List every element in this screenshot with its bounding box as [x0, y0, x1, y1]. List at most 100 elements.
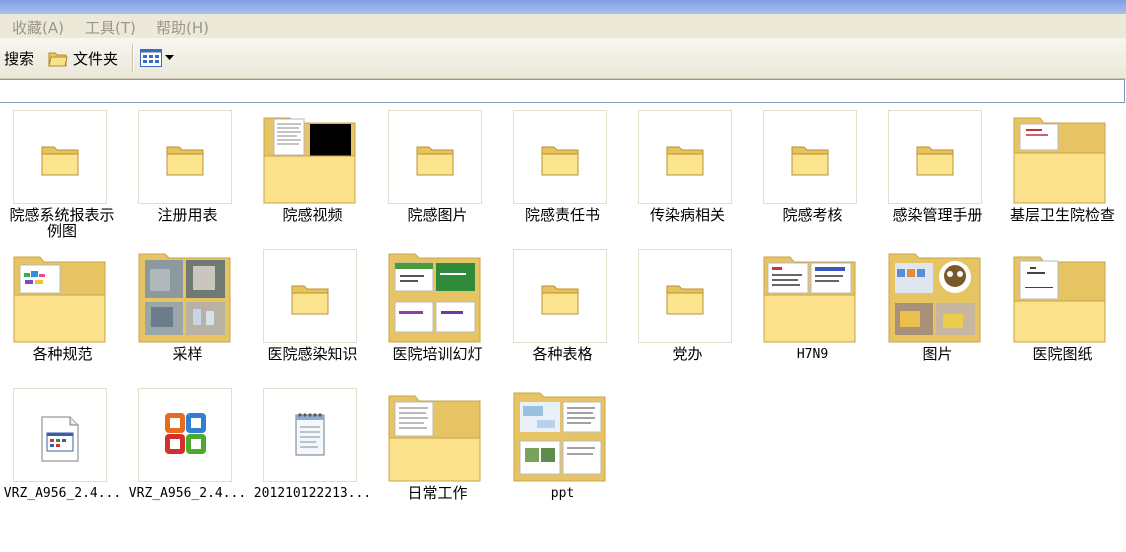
folder-thumbnail: [13, 110, 107, 204]
menu-favorites[interactable]: 收藏(A): [12, 17, 64, 38]
folder-preview-thumbnail: [13, 249, 107, 343]
item-label: 注册用表: [157, 206, 218, 224]
file-item[interactable]: 201210122213...: [250, 381, 375, 511]
folder-icon: [291, 285, 329, 315]
folder-preview-thumbnail: [388, 388, 482, 482]
folder-preview-thumbnail: [138, 249, 232, 343]
folder-item[interactable]: 注册用表: [125, 103, 250, 233]
folder-thumbnail: [638, 249, 732, 343]
application-file-icon: [41, 416, 79, 462]
folder-item[interactable]: 院感考核: [750, 103, 875, 233]
chevron-down-icon: [165, 55, 174, 61]
folder-icon: [13, 256, 106, 343]
folder-preview-thumbnail: [388, 249, 482, 343]
folder-icon: [666, 146, 704, 176]
folder-item[interactable]: ppt: [500, 381, 625, 511]
file-item[interactable]: VRZ_A956_2.4...: [125, 381, 250, 511]
folder-item[interactable]: 传染病相关: [625, 103, 750, 233]
folder-thumbnail: [638, 110, 732, 204]
folder-thumbnail: [138, 110, 232, 204]
item-label: H7N9: [796, 347, 829, 362]
views-grid-icon: [140, 49, 162, 67]
folder-item[interactable]: 各种规范: [0, 242, 125, 372]
item-label: 日常工作: [407, 484, 468, 502]
folder-icon: [1013, 117, 1106, 204]
folder-icon: [763, 256, 856, 343]
item-label: 院感视频: [282, 206, 343, 224]
folder-icon: [416, 146, 454, 176]
folder-item[interactable]: 院感图片: [375, 103, 500, 233]
menu-help[interactable]: 帮助(H): [156, 17, 209, 38]
folder-icon: [791, 146, 829, 176]
file-thumbnail: [13, 388, 107, 482]
folder-preview-thumbnail: [763, 249, 857, 343]
toolbar-separator: [132, 44, 134, 72]
item-label: 采样: [172, 345, 203, 363]
item-label: 医院图纸: [1032, 345, 1093, 363]
folder-preview-thumbnail: [1013, 249, 1107, 343]
folder-thumbnail: [513, 110, 607, 204]
file-thumbnail: [138, 388, 232, 482]
folders-label: 文件夹: [73, 49, 119, 68]
folder-item[interactable]: H7N9: [750, 242, 875, 372]
item-label: VRZ_A956_2.4...: [128, 486, 247, 501]
folder-item[interactable]: 院感系统报表示例图: [0, 103, 125, 239]
folder-icon: [916, 146, 954, 176]
item-label: 感染管理手册: [892, 206, 983, 224]
folder-preview-thumbnail: [513, 388, 607, 482]
folder-item[interactable]: 医院感染知识: [250, 242, 375, 372]
folder-tree-icon: [47, 48, 69, 68]
folder-icon: [263, 117, 356, 204]
folder-item[interactable]: 采样: [125, 242, 250, 372]
folders-button[interactable]: 文件夹: [47, 46, 118, 70]
folder-icon: [41, 146, 79, 176]
folder-item[interactable]: 日常工作: [375, 381, 500, 511]
folder-thumbnail: [263, 249, 357, 343]
folder-item[interactable]: 感染管理手册: [875, 103, 1000, 233]
window-title-strip: [0, 0, 1126, 14]
folder-icon: [513, 392, 606, 482]
folder-thumbnail: [513, 249, 607, 343]
folder-icon: [166, 146, 204, 176]
folder-icon: [388, 395, 481, 482]
item-label: 201210122213...: [253, 486, 372, 501]
folder-icon: [541, 285, 579, 315]
folder-thumbnail: [888, 110, 982, 204]
item-label: 院感系统报表示例图: [9, 206, 115, 240]
folder-item[interactable]: 院感责任书: [500, 103, 625, 233]
folder-item[interactable]: 医院培训幻灯: [375, 242, 500, 372]
item-label: 院感考核: [782, 206, 843, 224]
item-label: ppt: [550, 486, 575, 501]
office-logo-icon: [165, 413, 206, 454]
folder-icon: [388, 253, 481, 343]
folder-item[interactable]: 图片: [875, 242, 1000, 372]
item-label: 各种表格: [532, 345, 593, 363]
item-label: 传染病相关: [649, 206, 725, 224]
file-view: 院感系统报表示例图 注册用表 院感视频 院感图片 院感责任书 传染病相关 院感考…: [0, 103, 1126, 552]
folder-item[interactable]: 基层卫生院检查: [1000, 103, 1125, 233]
views-button[interactable]: [140, 47, 178, 69]
toolbar: 搜索 文件夹: [0, 38, 1126, 79]
item-label: 院感责任书: [524, 206, 600, 224]
address-bar[interactable]: [0, 79, 1125, 103]
item-label: VRZ_A956_2.4...: [3, 486, 122, 501]
menu-tools[interactable]: 工具(T): [85, 17, 136, 38]
file-thumbnail: [263, 388, 357, 482]
folder-icon: [138, 253, 231, 343]
item-label: 医院培训幻灯: [392, 345, 483, 363]
item-label: 图片: [922, 345, 953, 363]
item-label: 院感图片: [407, 206, 468, 224]
folder-thumbnail: [763, 110, 857, 204]
file-item[interactable]: VRZ_A956_2.4...: [0, 381, 125, 511]
folder-preview-thumbnail: [1013, 110, 1107, 204]
folder-item[interactable]: 各种表格: [500, 242, 625, 372]
item-label: 各种规范: [32, 345, 93, 363]
search-button[interactable]: 搜索: [4, 48, 34, 69]
menu-bar: 收藏(A) 工具(T) 帮助(H): [0, 14, 1126, 39]
folder-item[interactable]: 院感视频: [250, 103, 375, 233]
item-label: 党办: [672, 345, 703, 363]
folder-preview-thumbnail: [263, 110, 357, 204]
notepad-icon: [295, 413, 325, 456]
folder-item[interactable]: 医院图纸: [1000, 242, 1125, 372]
folder-item[interactable]: 党办: [625, 242, 750, 372]
